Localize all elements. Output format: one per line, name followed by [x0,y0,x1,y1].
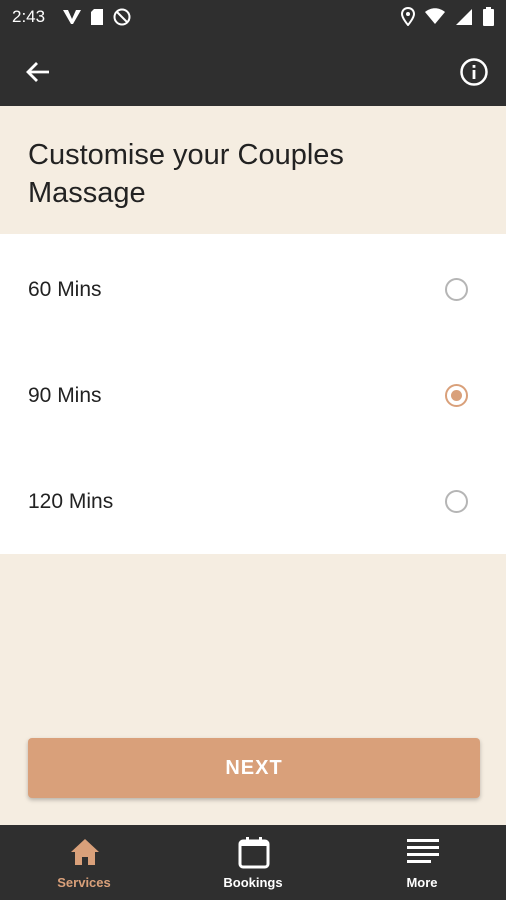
info-button[interactable] [458,56,490,88]
page-title: Customise your Couples Massage [28,139,344,209]
bottom-nav: Services Bookings More [0,825,506,900]
nav-label: Services [57,875,111,890]
option-90-mins[interactable]: 90 Mins [0,342,506,448]
app-bar [0,34,506,106]
no-sync-icon [113,8,131,26]
calendar-icon [238,837,270,869]
status-icons-left [62,7,132,27]
battery-icon [483,7,494,26]
option-60-mins[interactable]: 60 Mins [0,236,506,342]
radio-button-unchecked[interactable] [445,490,468,513]
radio-dot [451,390,462,401]
nav-item-bookings[interactable]: Bookings [169,825,337,900]
nav-item-services[interactable]: Services [0,825,168,900]
wifi-icon [425,8,445,24]
sd-card-icon [91,9,103,25]
radio-button-unchecked[interactable] [445,278,468,301]
nav-label: Bookings [223,875,283,890]
heading-area: Customise your Couples Massage [0,106,506,234]
arrow-back-icon [26,62,49,82]
v-icon [63,10,81,24]
option-label: 90 Mins [28,384,102,407]
status-bar: 2:43 [0,0,506,34]
menu-icon [407,839,439,863]
option-label: 60 Mins [28,278,102,301]
signal-icon [456,8,472,25]
home-icon [71,839,99,865]
nav-label: More [406,875,438,890]
back-button[interactable] [22,56,54,88]
nav-item-more[interactable]: More [338,825,506,900]
status-icons-right [401,7,494,26]
status-time: 2:43 [12,7,46,26]
option-label: 120 Mins [28,490,114,513]
next-button[interactable]: NEXT [28,738,480,798]
info-icon [460,58,488,86]
duration-options: 60 Mins 90 Mins 120 Mins [0,234,506,554]
option-120-mins[interactable]: 120 Mins [0,448,506,554]
location-icon [401,7,415,26]
radio-button-checked[interactable] [445,384,468,407]
